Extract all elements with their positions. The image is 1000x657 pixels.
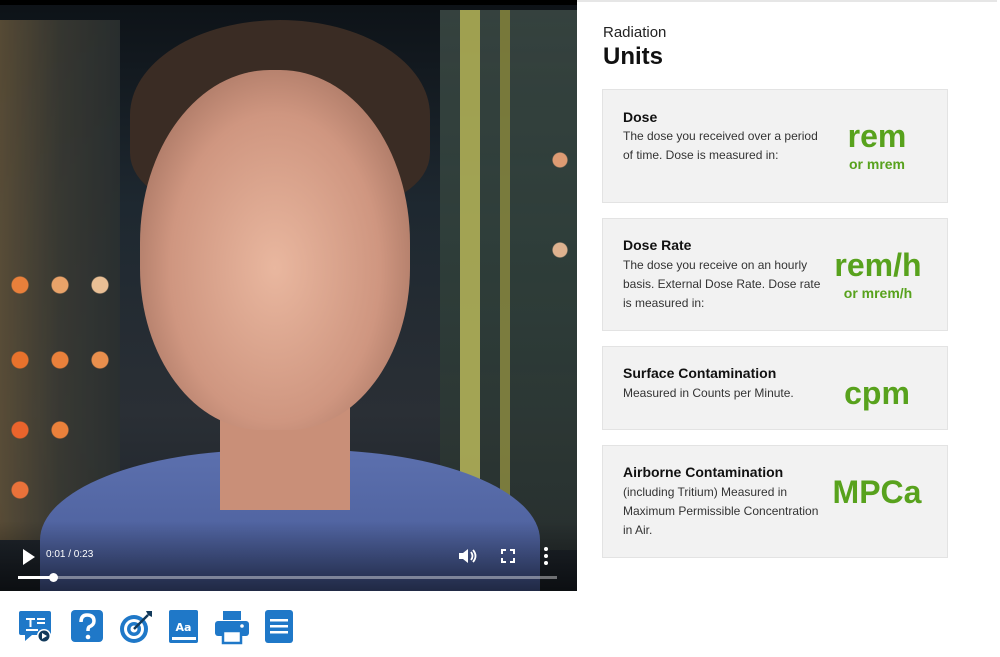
video-progress-bar[interactable] bbox=[18, 573, 557, 582]
unit-value: rem/h bbox=[834, 247, 922, 283]
page-title: Units bbox=[603, 43, 663, 70]
unit-card-surface-contamination: Surface Contamination Measured in Counts… bbox=[602, 346, 948, 430]
volume-icon[interactable] bbox=[458, 548, 478, 564]
transcript-icon[interactable] bbox=[18, 609, 54, 645]
objectives-icon[interactable] bbox=[118, 609, 154, 645]
card-description: (including Tritium) Measured in Maximum … bbox=[623, 485, 819, 537]
unit-alt-value: or mrem bbox=[848, 156, 906, 172]
card-title: Airborne Contamination bbox=[623, 464, 784, 480]
video-progress-thumb[interactable] bbox=[49, 573, 59, 582]
card-description: The dose you received over a period of t… bbox=[623, 129, 818, 162]
card-title: Surface Contamination bbox=[623, 365, 777, 381]
notes-icon[interactable] bbox=[262, 609, 298, 645]
video-time-display: 0:01 / 0:23 bbox=[46, 549, 94, 560]
help-icon[interactable] bbox=[70, 609, 106, 645]
print-icon[interactable] bbox=[214, 609, 250, 645]
glossary-icon[interactable]: Aa bbox=[166, 609, 202, 645]
card-title: Dose bbox=[623, 109, 658, 125]
unit-alt-value: or mrem/h bbox=[843, 285, 913, 301]
unit-value: rem bbox=[847, 118, 907, 154]
video-background-equipment-right bbox=[440, 10, 577, 550]
video-top-border bbox=[0, 0, 577, 5]
unit-value: MPCa bbox=[832, 474, 922, 510]
card-description: The dose you receive on an hourly basis.… bbox=[623, 258, 821, 310]
video-player[interactable] bbox=[0, 0, 577, 591]
more-options-icon[interactable] bbox=[540, 546, 552, 566]
unit-card-dose-rate: Dose Rate The dose you receive on an hou… bbox=[602, 218, 948, 331]
unit-card-dose: Dose The dose you received over a period… bbox=[602, 89, 948, 203]
panel-top-rule bbox=[577, 0, 997, 2]
unit-card-airborne-contamination: Airborne Contamination (including Tritiu… bbox=[602, 445, 948, 558]
video-background-equipment-left bbox=[0, 20, 120, 540]
panel-kicker: Radiation bbox=[603, 24, 667, 41]
card-description: Measured in Counts per Minute. bbox=[623, 386, 794, 400]
svg-text:Aa: Aa bbox=[176, 621, 192, 634]
video-progress-fill bbox=[18, 576, 54, 579]
unit-value: cpm bbox=[844, 375, 910, 411]
fullscreen-icon[interactable] bbox=[500, 548, 516, 564]
card-title: Dose Rate bbox=[623, 237, 692, 253]
play-icon[interactable] bbox=[22, 549, 36, 565]
video-presenter-face bbox=[140, 70, 410, 430]
